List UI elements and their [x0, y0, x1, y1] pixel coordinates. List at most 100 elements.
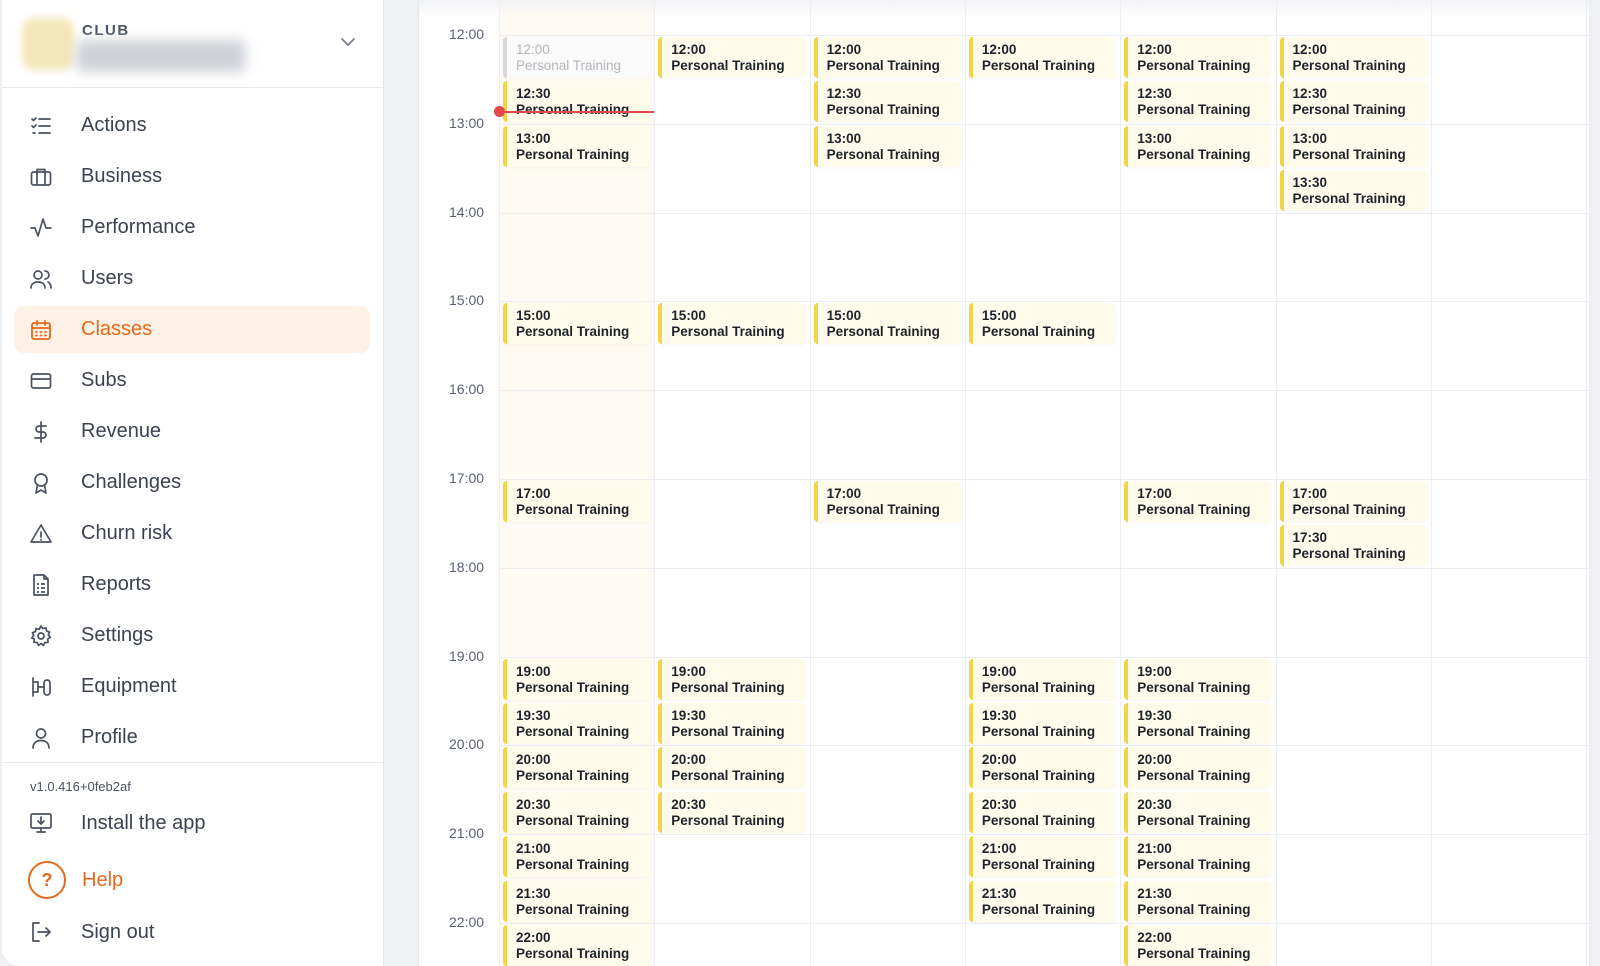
class-event[interactable]: 20:00 Personal Training — [658, 747, 806, 789]
class-event[interactable]: 12:30 Personal Training — [813, 81, 961, 123]
class-event[interactable]: 19:30 Personal Training — [1124, 703, 1272, 744]
nav-item-actions[interactable]: Actions — [14, 102, 370, 149]
nav-item-settings[interactable]: Settings — [14, 612, 370, 659]
class-event[interactable]: 19:00 Personal Training — [968, 658, 1116, 700]
class-event[interactable]: 19:30 Personal Training — [658, 703, 806, 744]
class-event[interactable]: 19:00 Personal Training — [503, 658, 650, 700]
class-event[interactable]: 21:30 Personal Training — [1124, 880, 1272, 922]
class-event[interactable]: 12:00 Personal Training — [658, 37, 806, 78]
class-event[interactable]: 20:00 Personal Training — [1124, 747, 1272, 789]
day-column-divider — [1275, 0, 1277, 966]
class-event[interactable]: 21:30 Personal Training — [503, 880, 650, 922]
class-event[interactable]: 19:30 Personal Training — [503, 703, 650, 744]
nav-item-business[interactable]: Business — [14, 153, 370, 200]
class-event[interactable]: 17:00 Personal Training — [1124, 481, 1272, 522]
event-title: Personal Training — [1137, 146, 1251, 162]
class-event[interactable]: 12:30 Personal Training — [503, 81, 650, 123]
hour-gridline — [499, 567, 1589, 569]
chevron-down-icon[interactable] — [338, 32, 358, 52]
nav-item-subs[interactable]: Subs — [14, 357, 370, 404]
briefcase-icon — [30, 168, 52, 186]
class-event[interactable]: 20:30 Personal Training — [968, 791, 1116, 833]
current-time-indicator — [499, 110, 655, 113]
club-switcher[interactable]: CLUB — [2, 0, 383, 88]
class-event[interactable]: 21:00 Personal Training — [1124, 836, 1272, 878]
class-event[interactable]: 13:00 Personal Training — [503, 125, 650, 167]
class-event[interactable]: 15:00 Personal Training — [968, 303, 1116, 345]
hour-label: 22:00 — [449, 914, 485, 930]
class-event[interactable]: 17:00 Personal Training — [503, 481, 650, 522]
class-event[interactable]: 12:00 Personal Training — [1124, 37, 1272, 78]
sign-out-button[interactable]: Sign out — [28, 920, 154, 944]
hour-gridline — [499, 123, 1589, 125]
class-event[interactable]: 15:00 Personal Training — [813, 303, 961, 345]
class-event[interactable]: 17:00 Personal Training — [813, 481, 961, 522]
class-event[interactable]: 20:30 Personal Training — [503, 791, 650, 833]
class-event[interactable]: 13:00 Personal Training — [1124, 125, 1272, 167]
class-event[interactable]: 13:00 Personal Training — [813, 125, 961, 167]
event-title: Personal Training — [1137, 724, 1251, 739]
event-title: Personal Training — [516, 324, 630, 340]
class-event[interactable]: 12:00 Personal Training — [1279, 37, 1427, 78]
class-event[interactable]: 22:00 Personal Training — [503, 925, 650, 966]
nav-item-reports[interactable]: Reports — [14, 561, 370, 608]
event-title: Personal Training — [1292, 191, 1406, 207]
checklist-icon — [31, 116, 51, 134]
class-event[interactable]: 20:00 Personal Training — [968, 747, 1116, 789]
nav-item-users[interactable]: Users — [14, 255, 370, 302]
nav-item-equipment[interactable]: Equipment — [14, 663, 370, 710]
class-event[interactable]: 12:00 Personal Training — [503, 37, 650, 78]
class-event[interactable]: 20:30 Personal Training — [1124, 791, 1272, 833]
event-time: 19:30 — [671, 708, 706, 723]
event-title: Personal Training — [1292, 102, 1406, 118]
class-event[interactable]: 17:30 Personal Training — [1279, 525, 1427, 567]
class-event[interactable]: 19:30 Personal Training — [968, 703, 1116, 744]
install-app-button[interactable]: Install the app — [28, 811, 206, 835]
event-title: Personal Training — [1137, 502, 1251, 517]
event-time: 20:00 — [1137, 752, 1172, 768]
event-title: Personal Training — [1292, 58, 1406, 73]
class-event[interactable]: 21:00 Personal Training — [503, 836, 650, 878]
help-button[interactable]: ? Help — [28, 861, 123, 899]
event-title: Personal Training — [981, 812, 1096, 828]
activity-icon — [30, 217, 52, 237]
hour-gridline — [499, 301, 1589, 303]
class-event[interactable]: 15:00 Personal Training — [658, 303, 806, 345]
event-time: 13:00 — [1137, 130, 1172, 146]
nav-item-challenges[interactable]: Challenges — [14, 459, 370, 506]
nav-item-classes[interactable]: Classes — [14, 306, 370, 353]
class-event[interactable]: 19:00 Personal Training — [1124, 658, 1272, 700]
nav-item-performance[interactable]: Performance — [14, 204, 370, 251]
class-event[interactable]: 21:00 Personal Training — [968, 836, 1116, 878]
class-event[interactable]: 12:30 Personal Training — [1124, 81, 1272, 123]
day-column-divider — [499, 0, 500, 966]
calendar-week-view: 12:00 13:00 14:00 15:00 16:00 17:00 18:00 19:00… — [418, 0, 1589, 966]
class-event[interactable]: 13:00 Personal Training — [1279, 125, 1427, 167]
event-title: Personal Training — [671, 58, 785, 73]
class-event[interactable]: 20:30 Personal Training — [658, 791, 806, 833]
nav-item-revenue[interactable]: Revenue — [14, 408, 370, 455]
nav-label: Revenue — [81, 420, 162, 442]
event-time: 22:00 — [1137, 930, 1172, 945]
class-event[interactable]: 22:00 Personal Training — [1124, 925, 1272, 966]
class-event[interactable]: 12:30 Personal Training — [1279, 81, 1427, 123]
class-event[interactable]: 12:00 Personal Training — [968, 37, 1116, 78]
event-title: Personal Training — [981, 324, 1096, 340]
event-title: Personal Training — [671, 679, 785, 695]
nav-item-churn-risk[interactable]: Churn risk — [14, 510, 370, 557]
class-event[interactable]: 15:00 Personal Training — [503, 303, 650, 345]
class-event[interactable]: 21:30 Personal Training — [968, 880, 1116, 922]
class-event[interactable]: 13:30 Personal Training — [1279, 170, 1427, 212]
equipment-icon — [32, 676, 51, 697]
nav-label: Subs — [81, 369, 127, 391]
club-logo — [22, 18, 74, 70]
nav-item-profile[interactable]: Profile — [14, 714, 370, 761]
event-title: Personal Training — [516, 768, 630, 784]
class-event[interactable]: 19:00 Personal Training — [658, 658, 806, 700]
class-event[interactable]: 12:00 Personal Training — [813, 37, 961, 78]
hour-gridline — [499, 923, 1589, 924]
class-event[interactable]: 17:00 Personal Training — [1279, 481, 1427, 522]
event-title: Personal Training — [981, 58, 1096, 73]
hour-label: 14:00 — [449, 203, 485, 220]
class-event[interactable]: 20:00 Personal Training — [503, 747, 650, 789]
